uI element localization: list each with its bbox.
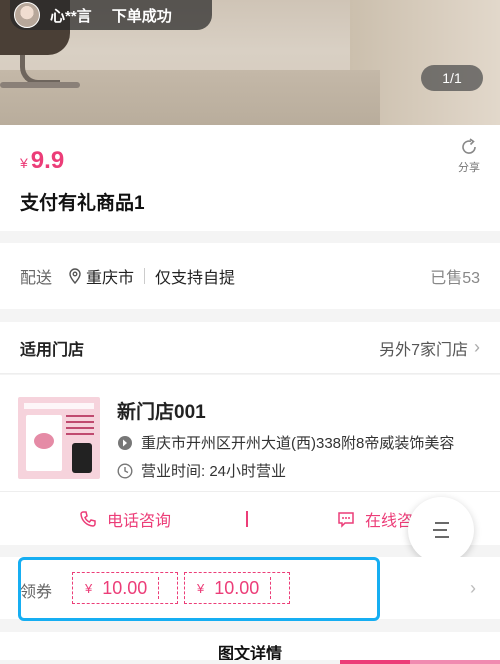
- product-name: 支付有礼商品1: [20, 193, 145, 214]
- store-hours-text: 营业时间: 24小时营业: [141, 463, 287, 480]
- delivery-divider: [144, 268, 146, 284]
- delivery-city: 重庆市: [86, 270, 135, 287]
- hero-image[interactable]: 心**言 下单成功 1/1: [0, 0, 500, 125]
- order-user: 心**言: [50, 7, 92, 25]
- product-price: ¥9.9: [20, 147, 64, 175]
- delivery-label: 配送: [20, 270, 53, 287]
- clock-icon: [117, 462, 133, 479]
- share-icon: [462, 138, 476, 154]
- chat-icon: [338, 511, 354, 528]
- order-text: 下单成功: [111, 7, 172, 25]
- stores-header[interactable]: 适用门店 另外7家门店 ›: [0, 322, 500, 374]
- address-icon: [118, 435, 132, 450]
- more-stores-label: 另外7家门店: [379, 341, 468, 359]
- thumb-product: [26, 415, 62, 471]
- store-thumbnail: [18, 397, 100, 479]
- thumb-banner: [24, 403, 94, 409]
- delivery-row: 配送 重庆市 仅支持自提 已售53: [0, 243, 500, 309]
- phone-consult-label: 电话咨询: [106, 512, 171, 530]
- delivery-location: 重庆市: [68, 264, 134, 288]
- share-button[interactable]: 分享: [452, 137, 486, 175]
- chevron-right-icon[interactable]: ›: [470, 578, 476, 599]
- store-name: 新门店001: [117, 402, 206, 423]
- chevron-right-icon: ›: [474, 337, 480, 357]
- more-stores-link[interactable]: 另外7家门店 ›: [379, 336, 480, 360]
- delivery-pickup: 仅支持自提: [155, 270, 236, 287]
- page-indicator: 1/1: [421, 65, 483, 91]
- stores-title: 适用门店: [20, 341, 85, 359]
- hero-chair-base: [0, 82, 80, 88]
- store-hours: 营业时间: 24小时营业: [117, 460, 286, 481]
- online-consult-label: 在线咨: [364, 512, 413, 530]
- detail-tab-indicator: [0, 660, 500, 664]
- phone-consult-button[interactable]: 电话咨询: [0, 507, 250, 531]
- avatar: [14, 2, 40, 28]
- product-card: ¥9.9 分享 支付有礼商品1: [0, 125, 500, 231]
- coupon-highlight-box: [18, 557, 380, 621]
- phone-icon: [80, 510, 96, 527]
- sold-count: 已售53: [430, 270, 480, 287]
- order-notice: 心**言 下单成功: [10, 0, 212, 30]
- floating-menu-button[interactable]: [408, 497, 474, 563]
- share-label: 分享: [458, 162, 480, 174]
- location-pin-icon: [69, 268, 81, 284]
- hero-chair-leg: [20, 55, 60, 85]
- price-currency: ¥: [20, 155, 28, 171]
- thumb-text: [66, 415, 94, 437]
- actions-divider: [246, 511, 248, 527]
- price-value: 9.9: [30, 147, 65, 174]
- thumb-phone: [72, 443, 92, 473]
- store-address: 重庆市开州区开州大道(西)338附8帝威装饰美容: [117, 432, 454, 453]
- menu-icon: [433, 522, 449, 538]
- store-address-text: 重庆市开州区开州大道(西)338附8帝威装饰美容: [141, 435, 455, 452]
